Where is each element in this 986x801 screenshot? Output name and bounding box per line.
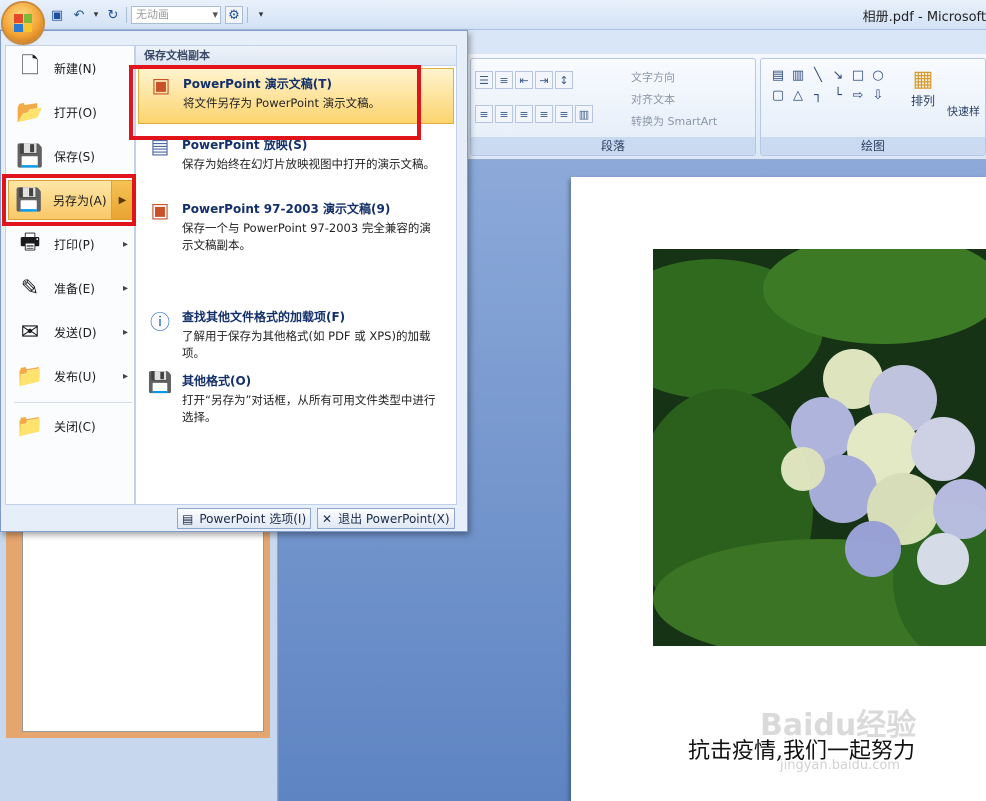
down-arrow-icon[interactable]: ⇩ xyxy=(869,87,887,105)
menu-item-open[interactable]: 📂 打开(O) xyxy=(10,92,134,132)
triangle-icon[interactable]: △ xyxy=(789,87,807,105)
customize-icon[interactable]: ▾ xyxy=(252,6,270,24)
other-formats[interactable]: 💾 其他格式(O) 打开“另存为”对话框，从所有可用文件类型中进行选择。 xyxy=(138,366,454,424)
chevron-right-icon: ▸ xyxy=(122,370,128,382)
line-spacing-icon[interactable]: ↕ xyxy=(555,71,573,89)
save-icon: 💾 xyxy=(16,143,44,169)
menu-item-save[interactable]: 💾 保存(S) xyxy=(10,136,134,176)
office-menu-commands: 🗋 新建(N) 📂 打开(O) 💾 保存(S) 💾 另存为(A) ▶ 🖶 打印(… xyxy=(5,45,135,505)
save-as-ppt-legacy[interactable]: ▣ PowerPoint 97-2003 演示文稿(9) 保存一个与 Power… xyxy=(138,194,454,252)
oval-icon[interactable]: ○ xyxy=(869,67,887,85)
menu-item-print[interactable]: 🖶 打印(P) ▸ xyxy=(10,224,134,264)
elbow-icon[interactable]: ┐ xyxy=(809,87,827,105)
menu-item-publish[interactable]: 📁 发布(U) ▸ xyxy=(10,356,134,396)
distribute-icon[interactable]: ≡ xyxy=(555,105,573,123)
addin-info-icon: ⓘ xyxy=(150,310,170,334)
options-icon: ▤ xyxy=(182,511,194,526)
publish-icon: 📁 xyxy=(16,363,44,389)
redo-icon[interactable]: ↻ xyxy=(104,6,122,24)
drawing-group: ▤ ▥ ╲ ↘ □ ○ ▢ △ ┐ └ ⇨ ⇩ ▦ 排列 快速样 绘图 xyxy=(760,58,986,156)
textbox-icon[interactable]: ▤ xyxy=(769,67,787,85)
arrange-button[interactable]: ▦ 排列 xyxy=(905,67,941,109)
drawing-group-label: 绘图 xyxy=(761,137,985,155)
find-addins[interactable]: ⓘ 查找其他文件格式的加载项(F) 了解用于保存为其他格式(如 PDF 或 XP… xyxy=(138,302,454,360)
office-logo-icon xyxy=(14,14,32,32)
numbering-icon[interactable]: ≡ xyxy=(495,71,513,89)
save-icon[interactable]: ▣ xyxy=(48,6,66,24)
new-document-icon: 🗋 xyxy=(21,54,39,79)
convert-smartart-button[interactable]: 转换为 SmartArt xyxy=(631,113,717,129)
quick-access-toolbar: ▣ ↶ ▾ ↻ 无动画 ⚙ ▾ xyxy=(48,4,270,26)
watermark: Baidu经验 xyxy=(760,708,917,743)
open-folder-icon: 📂 xyxy=(16,99,44,125)
decrease-indent-icon[interactable]: ⇤ xyxy=(515,71,533,89)
undo-icon[interactable]: ↶ xyxy=(70,6,88,24)
rounded-rect-icon[interactable]: ▢ xyxy=(769,87,787,105)
animation-combo[interactable]: 无动画 xyxy=(131,6,221,24)
menu-item-prepare[interactable]: ✎ 准备(E) ▸ xyxy=(10,268,134,308)
close-icon: ✕ xyxy=(322,511,333,526)
vertical-textbox-icon[interactable]: ▥ xyxy=(789,67,807,85)
chevron-right-icon: ▸ xyxy=(122,282,128,294)
print-icon: 🖶 xyxy=(19,230,41,255)
align-center-icon[interactable]: ≡ xyxy=(495,105,513,123)
arrange-icon: ▦ xyxy=(912,67,934,92)
ppt-legacy-icon: ▣ xyxy=(150,198,170,222)
menu-item-send[interactable]: ✉ 发送(D) ▸ xyxy=(10,312,134,352)
menu-item-new[interactable]: 🗋 新建(N) xyxy=(10,48,134,88)
hydrangea-image xyxy=(653,249,986,646)
window-title: 相册.pdf - Microsoft xyxy=(862,10,986,25)
arrow-line-icon[interactable]: ↘ xyxy=(829,67,847,85)
bullets-icon[interactable]: ☰ xyxy=(475,71,493,89)
align-left-icon[interactable]: ≡ xyxy=(475,105,493,123)
watermark-url: jingyan.baidu.com xyxy=(780,758,900,773)
undo-dropdown-icon[interactable]: ▾ xyxy=(92,6,100,24)
powerpoint-options-button[interactable]: ▤ PowerPoint 选项(I) xyxy=(177,508,312,529)
send-icon: ✉ xyxy=(20,319,40,345)
right-arrow-icon[interactable]: ⇨ xyxy=(849,87,867,105)
columns-icon[interactable]: ▥ xyxy=(575,105,593,123)
slideshow-icon[interactable]: ⚙ xyxy=(225,6,243,24)
justify-icon[interactable]: ≡ xyxy=(535,105,553,123)
chevron-right-icon: ▸ xyxy=(122,238,128,250)
increase-indent-icon[interactable]: ⇥ xyxy=(535,71,553,89)
close-folder-icon: 📁 xyxy=(16,413,44,439)
other-formats-icon: 💾 xyxy=(147,370,173,394)
paragraph-group-label: 段落 xyxy=(471,137,755,155)
highlight-save-as xyxy=(2,174,136,226)
paragraph-group: ☰ ≡ ⇤ ⇥ ↕ ≡ ≡ ≡ ≡ ≡ ▥ 文字方向 对齐文本 转换为 Smar… xyxy=(470,58,756,156)
hydrangea-photo[interactable] xyxy=(653,249,986,646)
ppsx-icon: ▤ xyxy=(150,134,170,158)
elbow2-icon[interactable]: └ xyxy=(829,87,847,105)
quick-styles-button[interactable]: 快速样 xyxy=(947,103,980,119)
prepare-icon: ✎ xyxy=(20,275,40,301)
text-direction-button[interactable]: 文字方向 xyxy=(631,69,675,85)
align-text-button[interactable]: 对齐文本 xyxy=(631,91,675,107)
rectangle-icon[interactable]: □ xyxy=(849,67,867,85)
shapes-gallery[interactable]: ▤ ▥ ╲ ↘ □ ○ ▢ △ ┐ └ ⇨ ⇩ xyxy=(769,67,887,105)
slide-thumbnail[interactable] xyxy=(6,516,270,738)
menu-item-close[interactable]: 📁 关闭(C) xyxy=(10,406,134,446)
highlight-pptx xyxy=(129,65,421,140)
line-icon[interactable]: ╲ xyxy=(809,67,827,85)
chevron-right-icon: ▸ xyxy=(122,326,128,338)
title-bar: ▣ ↶ ▾ ↻ 无动画 ⚙ ▾ 相册.pdf - Microsoft xyxy=(0,0,986,43)
office-menu-footer: ▤ PowerPoint 选项(I) ✕ 退出 PowerPoint(X) xyxy=(1,503,467,531)
submenu-header: 保存文档副本 xyxy=(136,46,456,66)
office-button[interactable] xyxy=(3,3,43,43)
align-right-icon[interactable]: ≡ xyxy=(515,105,533,123)
exit-powerpoint-button[interactable]: ✕ 退出 PowerPoint(X) xyxy=(317,508,455,529)
